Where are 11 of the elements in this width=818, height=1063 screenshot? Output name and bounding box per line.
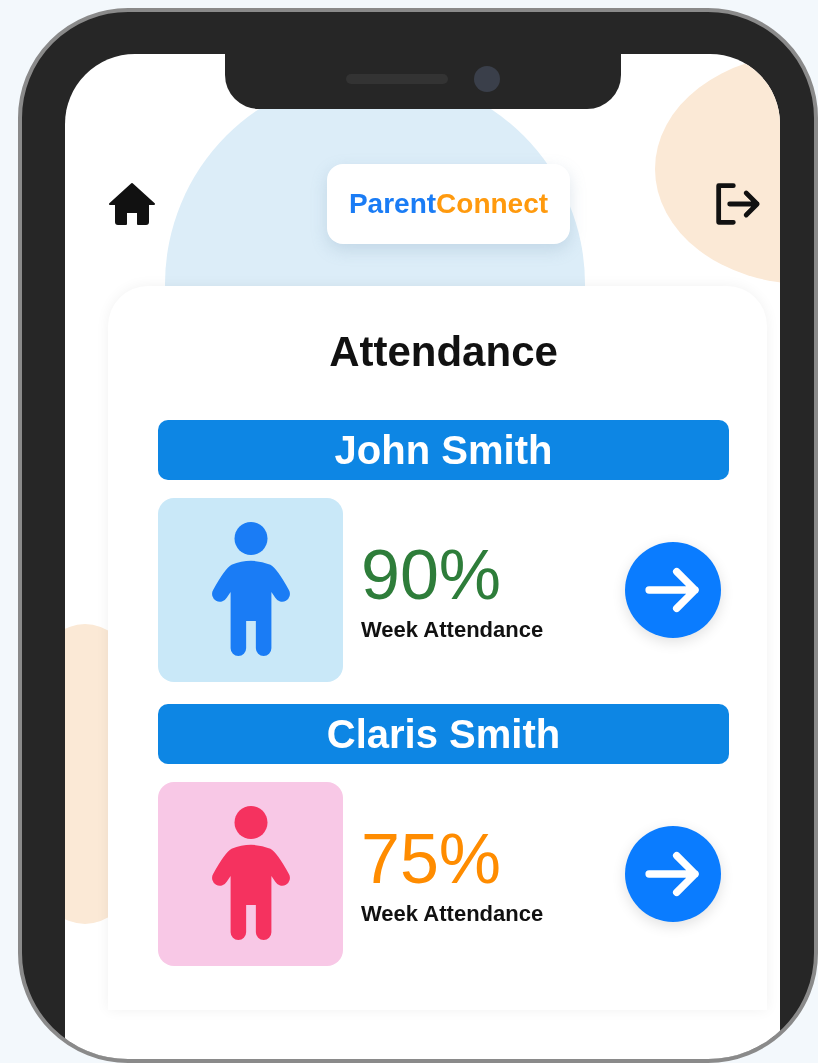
- attendance-percent: 75%: [361, 821, 503, 897]
- arrow-right-icon: [645, 851, 701, 897]
- student-name: John Smith: [158, 420, 729, 480]
- attendance-percent: 90%: [361, 537, 503, 613]
- app-logo: ParentConnect: [326, 164, 571, 244]
- student-name: Claris Smith: [158, 704, 729, 764]
- attendance-label: Week Attendance: [361, 901, 545, 927]
- attendance-label: Week Attendance: [361, 617, 545, 643]
- arrow-right-icon: [645, 567, 701, 613]
- home-icon[interactable]: [107, 182, 157, 226]
- card-title: Attendance: [328, 328, 559, 376]
